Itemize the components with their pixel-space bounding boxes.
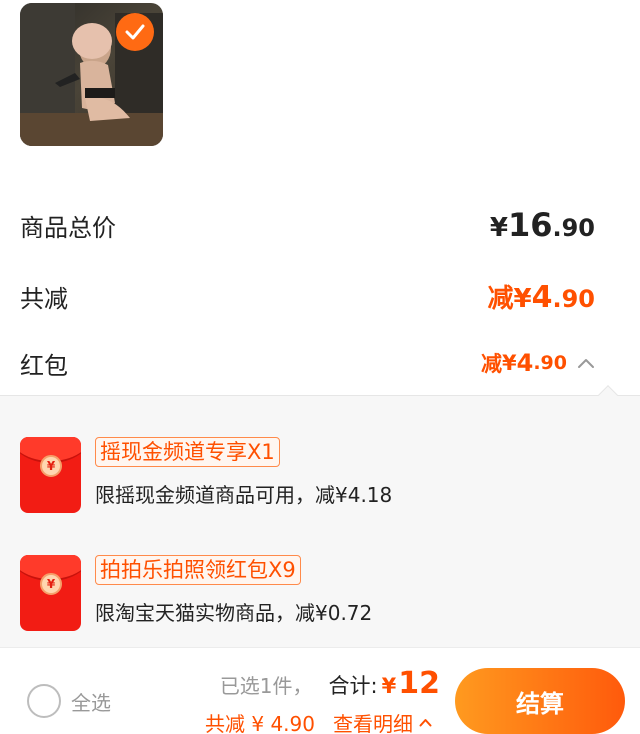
- order-summary: 已选1件， 合计: ¥ 12: [220, 666, 440, 701]
- coupon-item[interactable]: ¥ 拍拍乐拍照领红包X9 限淘宝天猫实物商品，减¥0.72: [20, 555, 640, 631]
- checkout-button[interactable]: 结算: [455, 668, 625, 734]
- view-details-link[interactable]: 查看明细: [333, 708, 432, 734]
- currency-symbol: ¥: [513, 283, 532, 314]
- red-packet-icon: ¥: [20, 555, 81, 631]
- coupon-description: 限摇现金频道商品可用，减¥4.18: [95, 483, 393, 507]
- view-details-label: 查看明细: [333, 712, 413, 734]
- total-price-label: 商品总价: [20, 213, 116, 242]
- coin-icon: ¥: [40, 573, 62, 595]
- discount-row: 共减 减¥4.90: [20, 275, 595, 317]
- currency-symbol: ¥: [489, 213, 508, 243]
- price-integer: 16: [507, 206, 553, 244]
- redpacket-value[interactable]: 减 ¥4.90: [481, 348, 595, 378]
- price-integer: 4: [516, 349, 534, 377]
- price-decimal: .90: [533, 352, 567, 374]
- coin-icon: ¥: [40, 455, 62, 477]
- discount-label: 共减: [20, 284, 68, 313]
- coupon-tag: 拍拍乐拍照领红包X9: [95, 555, 301, 585]
- select-all-label: 全选: [71, 690, 111, 715]
- selected-count: 已选1件，: [219, 674, 313, 698]
- select-all-toggle[interactable]: 全选: [27, 684, 111, 718]
- price-decimal: .90: [552, 284, 595, 313]
- coupon-item[interactable]: ¥ 摇现金频道专享X1 限摇现金频道商品可用，减¥4.18: [20, 437, 640, 513]
- discount-prefix: 减: [487, 283, 514, 314]
- coupon-description: 限淘宝天猫实物商品，减¥0.72: [95, 601, 373, 625]
- total-price-value: ¥16.90: [490, 206, 595, 244]
- chevron-up-icon: [419, 719, 432, 727]
- currency-symbol: ¥: [502, 351, 517, 375]
- redpacket-label: 红包: [20, 351, 68, 380]
- coupon-text: 拍拍乐拍照领红包X9 限淘宝天猫实物商品，减¥0.72: [95, 555, 372, 626]
- total-amount: 12: [398, 666, 440, 701]
- coupon-tag: 摇现金频道专享X1: [95, 437, 280, 467]
- check-icon: [125, 24, 145, 40]
- red-packet-icon: ¥: [20, 437, 81, 513]
- currency-symbol: ¥: [381, 674, 397, 698]
- total-price-row: 商品总价 ¥16.90: [20, 205, 595, 245]
- price-integer: 4: [531, 279, 553, 315]
- selected-check-icon[interactable]: [116, 13, 154, 51]
- discount-summary: 共减 ¥ 4.90: [205, 712, 315, 734]
- redpacket-row[interactable]: 红包 减 ¥4.90: [20, 343, 595, 383]
- discount-value: 减¥4.90: [488, 278, 596, 315]
- discount-prefix: 减: [481, 352, 502, 376]
- chevron-up-icon[interactable]: [577, 357, 595, 369]
- coupon-text: 摇现金频道专享X1 限摇现金频道商品可用，减¥4.18: [95, 437, 392, 508]
- discount-summary-row: 共减 ¥ 4.90 查看明细: [205, 708, 432, 734]
- checkout-bar: 全选 已选1件， 合计: ¥ 12 共减 ¥ 4.90 查看明细 结算: [0, 647, 640, 734]
- price-decimal: .90: [552, 214, 595, 242]
- select-all-radio[interactable]: [27, 684, 61, 718]
- total-label: 合计:: [328, 674, 378, 698]
